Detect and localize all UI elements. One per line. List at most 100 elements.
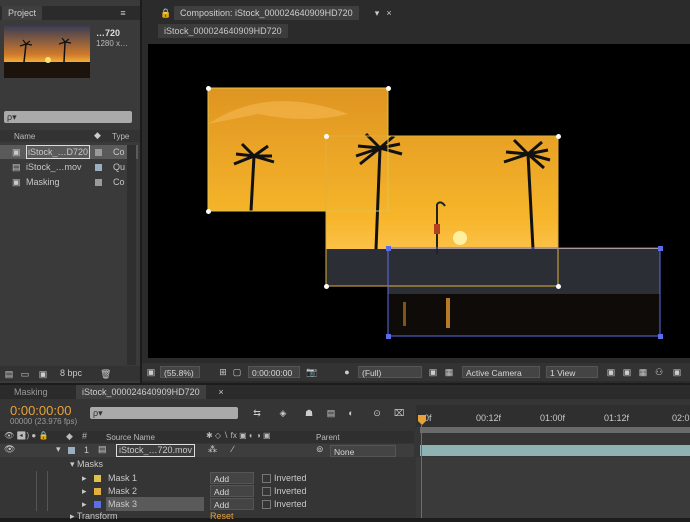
camera-dropdown[interactable]: Active Camera — [462, 366, 540, 378]
inverted-checkbox[interactable] — [262, 487, 271, 496]
mask-vertex[interactable] — [658, 246, 663, 251]
layer-row[interactable]: 👁 ▾ 1 ▤ iStock_…720.mov ⁂ ∕ ⊚ None — [0, 444, 414, 457]
exposure-icon[interactable]: ▣ — [672, 367, 682, 377]
composition-tabbar: 🔒 Composition: iStock_000024640909HD720 … — [142, 6, 690, 20]
mask-vertex[interactable] — [658, 334, 663, 339]
project-item[interactable]: ▣ iStock_…D720 Co — [0, 145, 138, 159]
tab-timeline-comp[interactable]: iStock_000024640909HD720 — [76, 385, 206, 399]
mask-color-swatch[interactable] — [94, 488, 101, 495]
quality-switch-icon[interactable]: ∕ — [232, 444, 234, 454]
expand-triangle-icon[interactable]: ▸ — [70, 511, 75, 521]
close-icon[interactable]: × — [216, 387, 226, 397]
visibility-icon[interactable]: 👁 — [4, 444, 15, 455]
work-area-bar[interactable] — [420, 427, 690, 433]
live-update-icon[interactable]: ⌧ — [394, 408, 404, 418]
parent-pickwhip-icon[interactable]: ⊚ — [316, 444, 324, 455]
mask-vertex[interactable] — [324, 134, 329, 139]
hide-shy-layers-icon[interactable]: ☗ — [304, 408, 314, 418]
flowchart-icon[interactable]: ⚇ — [654, 367, 664, 377]
project-item[interactable]: ▣ Masking Co — [0, 175, 138, 189]
comp-subtab[interactable]: iStock_000024640909HD720 — [158, 24, 288, 38]
mask-vertex[interactable] — [556, 284, 561, 289]
region-of-interest-icon[interactable]: ▣ — [428, 367, 438, 377]
lock-icon[interactable]: 🔒 — [160, 8, 171, 18]
project-thumbnail — [4, 26, 90, 78]
footage-layer[interactable] — [148, 44, 690, 358]
show-channel-icon[interactable]: ● — [342, 367, 352, 377]
mask-row[interactable]: ▸ Mask 1 Add Inverted — [0, 471, 414, 485]
new-composition-icon[interactable]: ▣ — [38, 369, 48, 379]
shy-switch-icon[interactable]: ⁂ — [208, 444, 217, 455]
expand-triangle-icon[interactable]: ▸ — [82, 484, 87, 498]
mask-vertex[interactable] — [206, 209, 211, 214]
expand-triangle-icon[interactable]: ▾ — [56, 444, 61, 455]
resolution-dropdown[interactable]: (Full) — [358, 366, 422, 378]
layer-name[interactable]: iStock_…720.mov — [116, 444, 196, 457]
view-layout-dropdown[interactable]: 1 View — [546, 366, 598, 378]
inverted-checkbox[interactable] — [262, 500, 271, 509]
label-swatch[interactable] — [68, 447, 75, 454]
project-item[interactable]: ▤ iStock_…mov Qu — [0, 160, 138, 174]
tab-composition[interactable]: Composition: iStock_000024640909HD720 — [174, 6, 359, 20]
mask-mode-dropdown[interactable]: Add — [210, 472, 254, 484]
timeline-icon[interactable]: ▦ — [638, 367, 648, 377]
mask-vertex[interactable] — [206, 86, 211, 91]
mask-color-swatch[interactable] — [94, 501, 101, 508]
col-parent[interactable]: Parent — [316, 433, 340, 442]
time-ruler[interactable]: 0f 00:12f 01:00f 01:12f 02:0 — [416, 405, 690, 427]
mask-vertex[interactable] — [324, 284, 329, 289]
transform-group[interactable]: ▸ Transform — [70, 511, 118, 522]
comp-mini-flowchart-icon[interactable]: ⇆ — [252, 408, 262, 418]
mask-vertex[interactable] — [386, 334, 391, 339]
tab-project[interactable]: Project — [2, 6, 43, 20]
timeline-search-input[interactable]: ρ▾ — [90, 407, 238, 419]
thumb-name: …720 — [96, 28, 121, 38]
snapshot-icon[interactable]: 📷 — [306, 367, 317, 377]
mask-mode-dropdown[interactable]: Add — [210, 498, 254, 510]
composition-viewer[interactable] — [148, 44, 690, 358]
bit-depth[interactable]: 8 bpc — [60, 368, 82, 378]
fast-previews-icon[interactable]: ▣ — [622, 367, 632, 377]
mask-vertex[interactable] — [386, 246, 391, 251]
panel-menu-icon[interactable]: ≡ — [118, 8, 128, 18]
masks-group[interactable]: ▾ Masks — [70, 459, 103, 470]
project-scrollbar[interactable] — [127, 145, 136, 365]
inverted-checkbox[interactable] — [262, 474, 271, 483]
mask-vertex[interactable] — [556, 134, 561, 139]
safe-zones-icon[interactable]: ⊞ — [218, 367, 228, 377]
delete-icon[interactable]: 🗑 — [100, 369, 111, 379]
always-preview-icon[interactable]: ▣ — [146, 367, 156, 377]
project-search-input[interactable]: ρ▾ — [4, 111, 132, 123]
label-swatch — [95, 164, 102, 171]
timeline-current-time[interactable]: 0:00:00:00 — [10, 403, 71, 418]
expand-triangle-icon[interactable]: ▸ — [82, 471, 87, 485]
zoom-dropdown[interactable]: (55.8%) — [160, 366, 200, 378]
tab-masking[interactable]: Masking — [8, 385, 54, 399]
expand-triangle-icon[interactable]: ▸ — [82, 497, 87, 511]
motion-blur-icon[interactable]: ◐ — [346, 408, 356, 418]
interpret-footage-icon[interactable]: ▤ — [4, 369, 14, 379]
new-folder-icon[interactable]: ▭ — [20, 369, 30, 379]
mask-mode-dropdown[interactable]: Add — [210, 485, 254, 497]
graph-editor-icon[interactable]: ⊙ — [372, 408, 382, 418]
mask-color-swatch[interactable] — [94, 475, 101, 482]
mask-row[interactable]: ▸ Mask 2 Add Inverted — [0, 484, 414, 498]
layer-duration-bar[interactable] — [420, 445, 690, 456]
col-source-name[interactable]: Source Name — [106, 433, 155, 442]
mask-vertex[interactable] — [386, 86, 391, 91]
close-icon[interactable]: × — [384, 8, 394, 18]
mask-row[interactable]: ▸ Mask 3 Add Inverted — [0, 497, 414, 511]
panel-menu-icon[interactable]: ▾ — [372, 8, 382, 18]
transform-reset-link[interactable]: Reset — [210, 511, 234, 521]
frame-blending-icon[interactable]: ▤ — [326, 408, 336, 418]
transparency-grid-icon[interactable]: ▦ — [444, 367, 454, 377]
draft-3d-icon[interactable]: ◈ — [278, 408, 288, 418]
mask-visibility-icon[interactable]: ▢ — [232, 367, 242, 377]
pixel-aspect-icon[interactable]: ▣ — [606, 367, 616, 377]
parent-dropdown[interactable]: None — [330, 445, 396, 457]
current-time[interactable]: 0:00:00:00 — [248, 366, 300, 378]
col-type[interactable]: Type — [112, 132, 129, 141]
col-name[interactable]: Name — [14, 132, 35, 141]
mask-name: Mask 1 — [108, 473, 138, 483]
expand-triangle-icon[interactable]: ▾ — [70, 459, 75, 469]
